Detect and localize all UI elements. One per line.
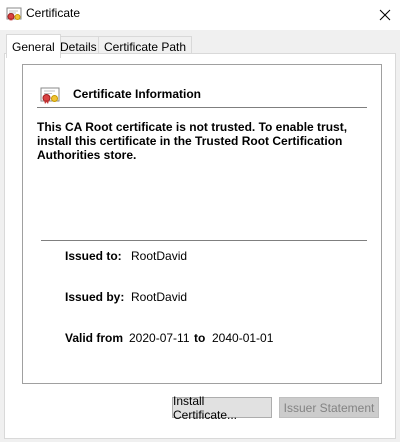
valid-from-value: 2020-07-11 bbox=[129, 331, 190, 345]
window-title: Certificate bbox=[26, 6, 81, 20]
certificate-information-heading: Certificate Information bbox=[73, 87, 202, 101]
certificate-icon bbox=[40, 87, 60, 104]
issued-by-value: RootDavid bbox=[131, 290, 188, 304]
tab-details-label: Details bbox=[60, 40, 97, 54]
certificate-information-frame: Certificate Information This CA Root cer… bbox=[22, 64, 382, 384]
install-certificate-label: Install Certificate... bbox=[173, 393, 238, 422]
issued-by-label: Issued by: bbox=[65, 290, 125, 304]
title-bar: Certificate bbox=[0, 0, 400, 30]
close-icon bbox=[379, 9, 391, 21]
details-divider bbox=[41, 240, 367, 241]
tab-general-label: General bbox=[12, 39, 55, 54]
valid-to-label: to bbox=[194, 331, 206, 345]
close-button[interactable] bbox=[370, 0, 400, 30]
issued-to-value: RootDavid bbox=[131, 249, 188, 263]
tab-general[interactable]: General bbox=[6, 34, 61, 58]
issuer-statement-button[interactable]: Issuer Statement bbox=[279, 397, 379, 418]
general-tab-panel: Certificate Information This CA Root cer… bbox=[4, 53, 396, 439]
valid-to-value: 2040-01-01 bbox=[212, 331, 274, 345]
tab-certificate-path-label: Certificate Path bbox=[104, 40, 187, 54]
valid-from-label: Valid from bbox=[65, 331, 124, 345]
header-divider bbox=[37, 107, 367, 108]
issuer-statement-label: Issuer Statement bbox=[283, 400, 375, 415]
certificate-icon bbox=[6, 7, 22, 21]
trust-warning-text: This CA Root certificate is not trusted.… bbox=[37, 120, 348, 162]
install-certificate-button[interactable]: Install Certificate... bbox=[172, 394, 272, 422]
issued-to-label: Issued to: bbox=[65, 249, 122, 263]
